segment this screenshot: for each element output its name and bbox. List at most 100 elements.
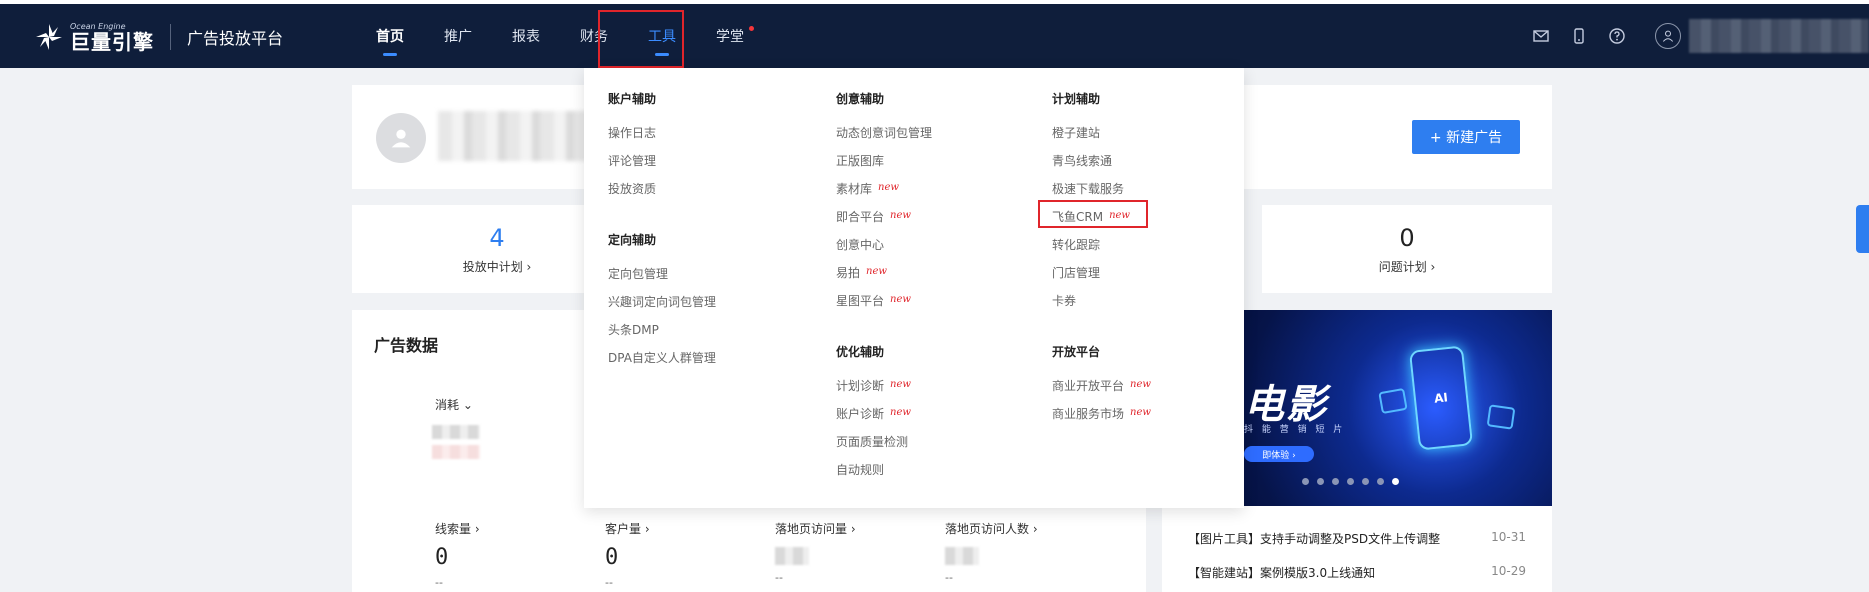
menu-label: 自动规则 (836, 463, 885, 477)
banner-dot[interactable] (1362, 478, 1369, 485)
new-badge: new (878, 182, 899, 193)
group-title-targeting: 定向辅助 (608, 233, 657, 247)
banner-dot[interactable] (1317, 478, 1324, 485)
user-avatar-icon[interactable] (1655, 23, 1681, 49)
video-frame-icon (1378, 387, 1408, 415)
nav-tools[interactable]: 工具 (628, 4, 696, 68)
menu-auto-rules[interactable]: 自动规则 (836, 461, 884, 478)
nav-academy[interactable]: 学堂 (696, 4, 764, 68)
menu-label: 商业开放平台 (1052, 379, 1125, 393)
nav-promotion[interactable]: 推广 (424, 4, 492, 68)
news-title: 【图片工具】支持手动调整及PSD文件上传调整 (1188, 532, 1441, 546)
menu-material-library[interactable]: 素材库 new (836, 180, 899, 197)
menu-licensed-gallery[interactable]: 正版图库 (836, 152, 884, 169)
menu-plan-diagnosis[interactable]: 计划诊断 new (836, 377, 911, 394)
group-title-optimize: 优化辅助 (836, 345, 885, 359)
menu-store-management[interactable]: 门店管理 (1052, 264, 1100, 281)
metric-leads-label: 线索量 › (435, 522, 480, 536)
notification-dot (749, 26, 754, 31)
nav-home[interactable]: 首页 (356, 4, 424, 68)
logo-divider (170, 24, 171, 50)
new-badge: new (1130, 407, 1151, 418)
account-info-redacted (438, 111, 588, 161)
menu-yipai[interactable]: 易拍 new (836, 264, 887, 281)
menu-dynamic-creative-words[interactable]: 动态创意词包管理 (836, 124, 932, 141)
banner-pagination[interactable] (1302, 478, 1399, 485)
menu-comment-management[interactable]: 评论管理 (608, 152, 656, 169)
menu-label: 素材库 (836, 182, 873, 196)
menu-label: 门店管理 (1052, 266, 1101, 280)
menu-toutiao-dmp[interactable]: 头条DMP (608, 321, 659, 338)
problem-plans-stat[interactable]: 0 问题计划 › (1262, 205, 1552, 293)
feiyu-crm-highlight-box (1038, 200, 1148, 228)
help-icon[interactable] (1607, 26, 1627, 46)
metric-landing-visitors-delta: -- (945, 571, 953, 584)
landing-visits-redacted (775, 547, 809, 565)
active-plans-label: 投放中计划 › (462, 259, 532, 274)
menu-conversion-tracking[interactable]: 转化跟踪 (1052, 236, 1100, 253)
menu-label: 创意中心 (836, 238, 885, 252)
metric-landing-visits[interactable]: 落地页访问量 › -- (775, 520, 856, 584)
menu-label: 卡券 (1052, 294, 1077, 308)
menu-label: 商业服务市场 (1052, 407, 1125, 421)
menu-interest-keyword-package[interactable]: 兴趣词定向词包管理 (608, 293, 716, 310)
menu-label: 页面质量检测 (836, 435, 909, 449)
ai-badge: AI (1433, 390, 1449, 406)
menu-fast-download[interactable]: 极速下载服务 (1052, 180, 1124, 197)
landing-visitors-redacted (945, 547, 979, 565)
group-title-account: 账户辅助 (608, 92, 657, 106)
menu-qingniao-leads[interactable]: 青鸟线索通 (1052, 152, 1112, 169)
group-title-open-platform: 开放平台 (1052, 345, 1101, 359)
menu-operation-log[interactable]: 操作日志 (608, 124, 656, 141)
menu-orange-site[interactable]: 橙子建站 (1052, 124, 1100, 141)
problem-plans-label: 问题计划 › (1378, 259, 1436, 274)
menu-business-service-market[interactable]: 商业服务市场 new (1052, 405, 1151, 422)
menu-xingtu-platform[interactable]: 星图平台 new (836, 292, 911, 309)
brand-chinese-name: 巨量引擎 (70, 29, 154, 54)
menu-creative-center[interactable]: 创意中心 (836, 236, 884, 253)
menu-ad-qualification[interactable]: 投放资质 (608, 180, 656, 197)
ad-data-title: 广告数据 (374, 336, 439, 355)
menu-label: 正版图库 (836, 154, 885, 168)
menu-business-open-platform[interactable]: 商业开放平台 new (1052, 377, 1151, 394)
metric-leads[interactable]: 线索量 › 0 -- (435, 520, 480, 589)
menu-dpa-audience[interactable]: DPA自定义人群管理 (608, 349, 716, 366)
metric-customers[interactable]: 客户量 › 0 -- (605, 520, 650, 589)
news-item[interactable]: 【智能建站】案例模版3.0上线通知 10-29 (1188, 564, 1526, 581)
menu-targeting-package[interactable]: 定向包管理 (608, 265, 668, 282)
menu-label: 转化跟踪 (1052, 238, 1101, 252)
banner-dot[interactable] (1332, 478, 1339, 485)
menu-jihe-platform[interactable]: 即合平台 new (836, 208, 911, 225)
metric-landing-visitors[interactable]: 落地页访问人数 › -- (945, 520, 1038, 584)
banner-cta-button[interactable]: 即体验 › (1244, 446, 1314, 462)
account-name-redacted[interactable] (1689, 19, 1869, 53)
floating-side-tab[interactable] (1856, 205, 1869, 253)
mobile-icon[interactable] (1569, 26, 1589, 46)
new-ad-button[interactable]: + 新建广告 (1412, 120, 1520, 154)
banner-dot[interactable] (1347, 478, 1354, 485)
account-avatar (376, 113, 426, 163)
menu-account-diagnosis[interactable]: 账户诊断 new (836, 405, 911, 422)
metric-customers-label: 客户量 › (605, 522, 650, 536)
banner-dot[interactable] (1302, 478, 1309, 485)
metric-customers-value: 0 (605, 545, 619, 570)
mail-icon[interactable] (1531, 26, 1551, 46)
new-badge: new (866, 266, 887, 277)
news-date: 10-31 (1491, 530, 1526, 544)
banner-dot-active[interactable] (1392, 478, 1399, 485)
platform-name: 广告投放平台 (187, 29, 284, 48)
menu-label: 极速下载服务 (1052, 182, 1125, 196)
new-badge: new (1130, 379, 1151, 390)
new-badge: new (890, 407, 911, 418)
nav-reports[interactable]: 报表 (492, 4, 560, 68)
nav-finance[interactable]: 财务 (560, 4, 628, 68)
news-item[interactable]: 【图片工具】支持手动调整及PSD文件上传调整 10-31 (1188, 530, 1526, 547)
brand-logo[interactable]: Ocean Engine 巨量引擎 广告投放平台 (34, 22, 283, 52)
banner-dot[interactable] (1377, 478, 1384, 485)
problem-plans-count: 0 (1399, 223, 1415, 252)
metric-landing-visitors-label: 落地页访问人数 › (945, 522, 1038, 536)
metric-select[interactable]: 消耗 ⌄ (435, 396, 473, 413)
menu-page-quality-check[interactable]: 页面质量检测 (836, 433, 908, 450)
menu-coupons[interactable]: 卡券 (1052, 292, 1076, 309)
new-badge: new (890, 210, 911, 221)
